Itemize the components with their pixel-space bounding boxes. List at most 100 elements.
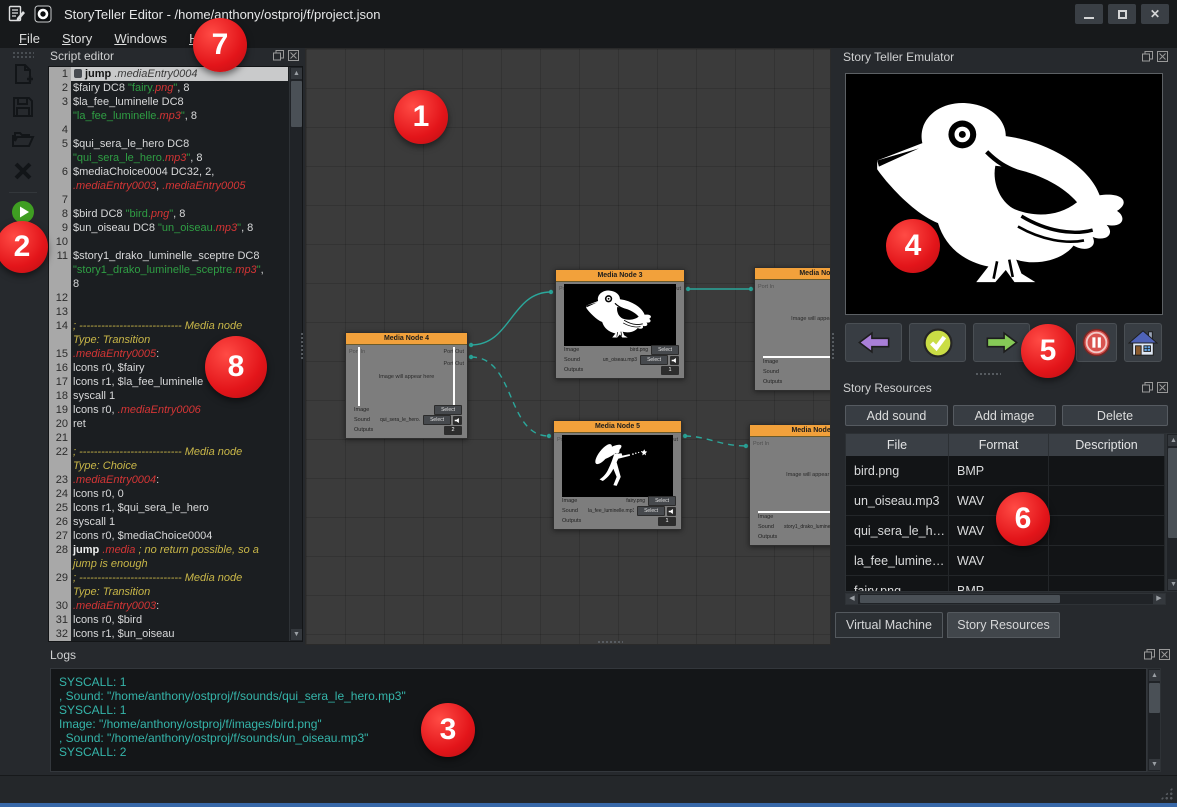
code-row[interactable]: "la_fee_luminelle.mp3", 8 (49, 109, 288, 123)
maximize-button[interactable] (1108, 4, 1136, 24)
code-row[interactable]: 31lcons r0, $bird (49, 613, 288, 627)
node-sound-select-button[interactable]: Select (637, 506, 665, 516)
close-button[interactable]: ✕ (1141, 4, 1169, 24)
code-row[interactable]: 8$bird DC8 "bird.png", 8 (49, 207, 288, 221)
table-horizontal-scrollbar[interactable]: ◀ ▶ (845, 593, 1166, 605)
code-row[interactable]: 11$story1_drako_luminelle_sceptre DC8 (49, 249, 288, 263)
close-project-button[interactable] (6, 156, 40, 186)
code-row[interactable]: jump is enough (49, 557, 288, 571)
dock-splitter-handle[interactable] (975, 372, 1001, 377)
graph-node[interactable]: Media Node 6Port InPort OutImage will ap… (749, 424, 831, 546)
scroll-down-arrow[interactable]: ▼ (1168, 579, 1177, 590)
code-row[interactable]: 21 (49, 431, 288, 445)
code-row[interactable]: 22; ---------------------------- Media n… (49, 445, 288, 459)
code-row[interactable]: "qui_sera_le_hero.mp3", 8 (49, 151, 288, 165)
emulator-previous-button[interactable] (845, 323, 902, 362)
emulator-pause-button[interactable] (1076, 323, 1117, 362)
code-row[interactable]: 14; ---------------------------- Media n… (49, 319, 288, 333)
add-sound-button[interactable]: Add sound (845, 405, 948, 426)
speaker-icon[interactable] (453, 416, 462, 425)
emulator-home-button[interactable] (1124, 323, 1162, 362)
graph-node[interactable]: Media Node 4Port InPort OutPort OutImage… (345, 332, 468, 439)
graph-node[interactable]: Media Node 3Port InPort Out Imagebird.pn… (555, 269, 685, 379)
graph-node[interactable]: Media Node 5Port InPort Out Imagefairy.p… (553, 420, 682, 530)
tab-virtual-machine[interactable]: Virtual Machine (835, 612, 943, 638)
code-row[interactable]: 1jump .mediaEntry0004 (49, 67, 288, 81)
code-row[interactable]: 10 (49, 235, 288, 249)
minimize-button[interactable] (1075, 4, 1103, 24)
menu-windows[interactable]: Windows (103, 31, 178, 46)
graph-canvas[interactable]: Media Node 4Port InPort OutPort OutImage… (305, 48, 831, 645)
close-panel-icon[interactable] (288, 50, 299, 61)
speaker-icon[interactable] (670, 356, 679, 365)
node-title[interactable]: Media Node 4 (346, 333, 467, 345)
code-row[interactable]: 23.mediaEntry0004: (49, 473, 288, 487)
scroll-thumb[interactable] (1168, 448, 1177, 538)
window-resize-grip[interactable] (1160, 787, 1173, 800)
scroll-thumb[interactable] (860, 595, 1060, 603)
scroll-up-arrow[interactable]: ▲ (1168, 435, 1177, 446)
node-image-select-button[interactable]: Select (648, 496, 676, 506)
code-row[interactable]: 12 (49, 291, 288, 305)
scroll-up-arrow[interactable]: ▲ (291, 68, 302, 79)
node-sound-select-button[interactable]: Select (640, 355, 668, 365)
code-row[interactable]: 29; ---------------------------- Media n… (49, 571, 288, 585)
code-row[interactable]: 26syscall 1 (49, 515, 288, 529)
float-panel-icon[interactable] (1142, 51, 1153, 62)
scroll-up-arrow[interactable]: ▲ (1149, 670, 1160, 681)
column-header-format[interactable]: Format (949, 434, 1049, 456)
code-row[interactable]: .mediaEntry0003, .mediaEntry0005 (49, 179, 288, 193)
code-row[interactable]: 13 (49, 305, 288, 319)
node-outputs-spinner[interactable]: 1 (658, 517, 676, 526)
open-project-button[interactable] (6, 124, 40, 154)
code-row[interactable]: 9$un_oiseau DC8 "un_oiseau.mp3", 8 (49, 221, 288, 235)
tab-story-resources[interactable]: Story Resources (947, 612, 1060, 638)
table-row[interactable]: fairy.pngBMP (846, 576, 1165, 592)
code-row[interactable]: 2$fairy DC8 "fairy.png", 8 (49, 81, 288, 95)
menu-file[interactable]: File (8, 31, 51, 46)
logs-scrollbar[interactable]: ▲ ▼ (1147, 668, 1161, 772)
close-panel-icon[interactable] (1157, 51, 1168, 62)
node-image-select-button[interactable]: Select (434, 405, 462, 415)
save-button[interactable] (6, 92, 40, 122)
logs-output[interactable]: SYSCALL: 1, Sound: "/home/anthony/ostpro… (50, 668, 1147, 772)
table-vertical-scrollbar[interactable]: ▲ ▼ (1166, 433, 1177, 592)
node-title[interactable]: Media Node 3 (556, 270, 684, 282)
code-row[interactable]: Type: Transition (49, 585, 288, 599)
table-row[interactable]: la_fee_lumine…WAV (846, 546, 1165, 576)
code-row[interactable]: "story1_drako_luminelle_sceptre.mp3", (49, 263, 288, 277)
node-sound-select-button[interactable]: Select (423, 415, 451, 425)
code-row[interactable]: 28jump .media ; no return possible, so a (49, 543, 288, 557)
float-panel-icon[interactable] (1144, 649, 1155, 660)
scroll-thumb[interactable] (291, 81, 302, 127)
toolbar-drag-handle[interactable] (12, 51, 34, 58)
column-header-description[interactable]: Description (1049, 434, 1165, 456)
code-row[interactable]: 6$mediaChoice0004 DC32, 2, (49, 165, 288, 179)
code-row[interactable]: 4 (49, 123, 288, 137)
float-panel-icon[interactable] (273, 50, 284, 61)
code-row[interactable]: 19lcons r0, .mediaEntry0006 (49, 403, 288, 417)
code-row[interactable]: 24lcons r0, 0 (49, 487, 288, 501)
node-title[interactable]: Media Node 5 (554, 421, 681, 433)
splitter-handle[interactable] (597, 640, 623, 645)
speaker-icon[interactable] (667, 507, 676, 516)
emulator-ok-button[interactable] (909, 323, 966, 362)
graph-node[interactable]: Media NodePort InPort OutImage will appe… (754, 267, 831, 391)
code-row[interactable]: 32lcons r1, $un_oiseau (49, 627, 288, 641)
node-outputs-spinner[interactable]: 1 (661, 366, 679, 375)
scroll-thumb[interactable] (1149, 683, 1160, 713)
delete-button[interactable]: Delete (1062, 405, 1168, 426)
code-row[interactable]: 30.mediaEntry0003: (49, 599, 288, 613)
code-row[interactable]: 3$la_fee_luminelle DC8 (49, 95, 288, 109)
node-title[interactable]: Media Node (755, 268, 831, 280)
code-row[interactable]: Type: Choice (49, 459, 288, 473)
close-panel-icon[interactable] (1157, 382, 1168, 393)
table-row[interactable]: bird.pngBMP (846, 456, 1165, 486)
close-panel-icon[interactable] (1159, 649, 1170, 660)
splitter-handle[interactable] (831, 332, 836, 360)
new-document-button[interactable] (6, 60, 40, 90)
scroll-down-arrow[interactable]: ▼ (291, 629, 302, 640)
column-header-file[interactable]: File (846, 434, 949, 456)
code-row[interactable]: 7 (49, 193, 288, 207)
code-row[interactable]: 20ret (49, 417, 288, 431)
